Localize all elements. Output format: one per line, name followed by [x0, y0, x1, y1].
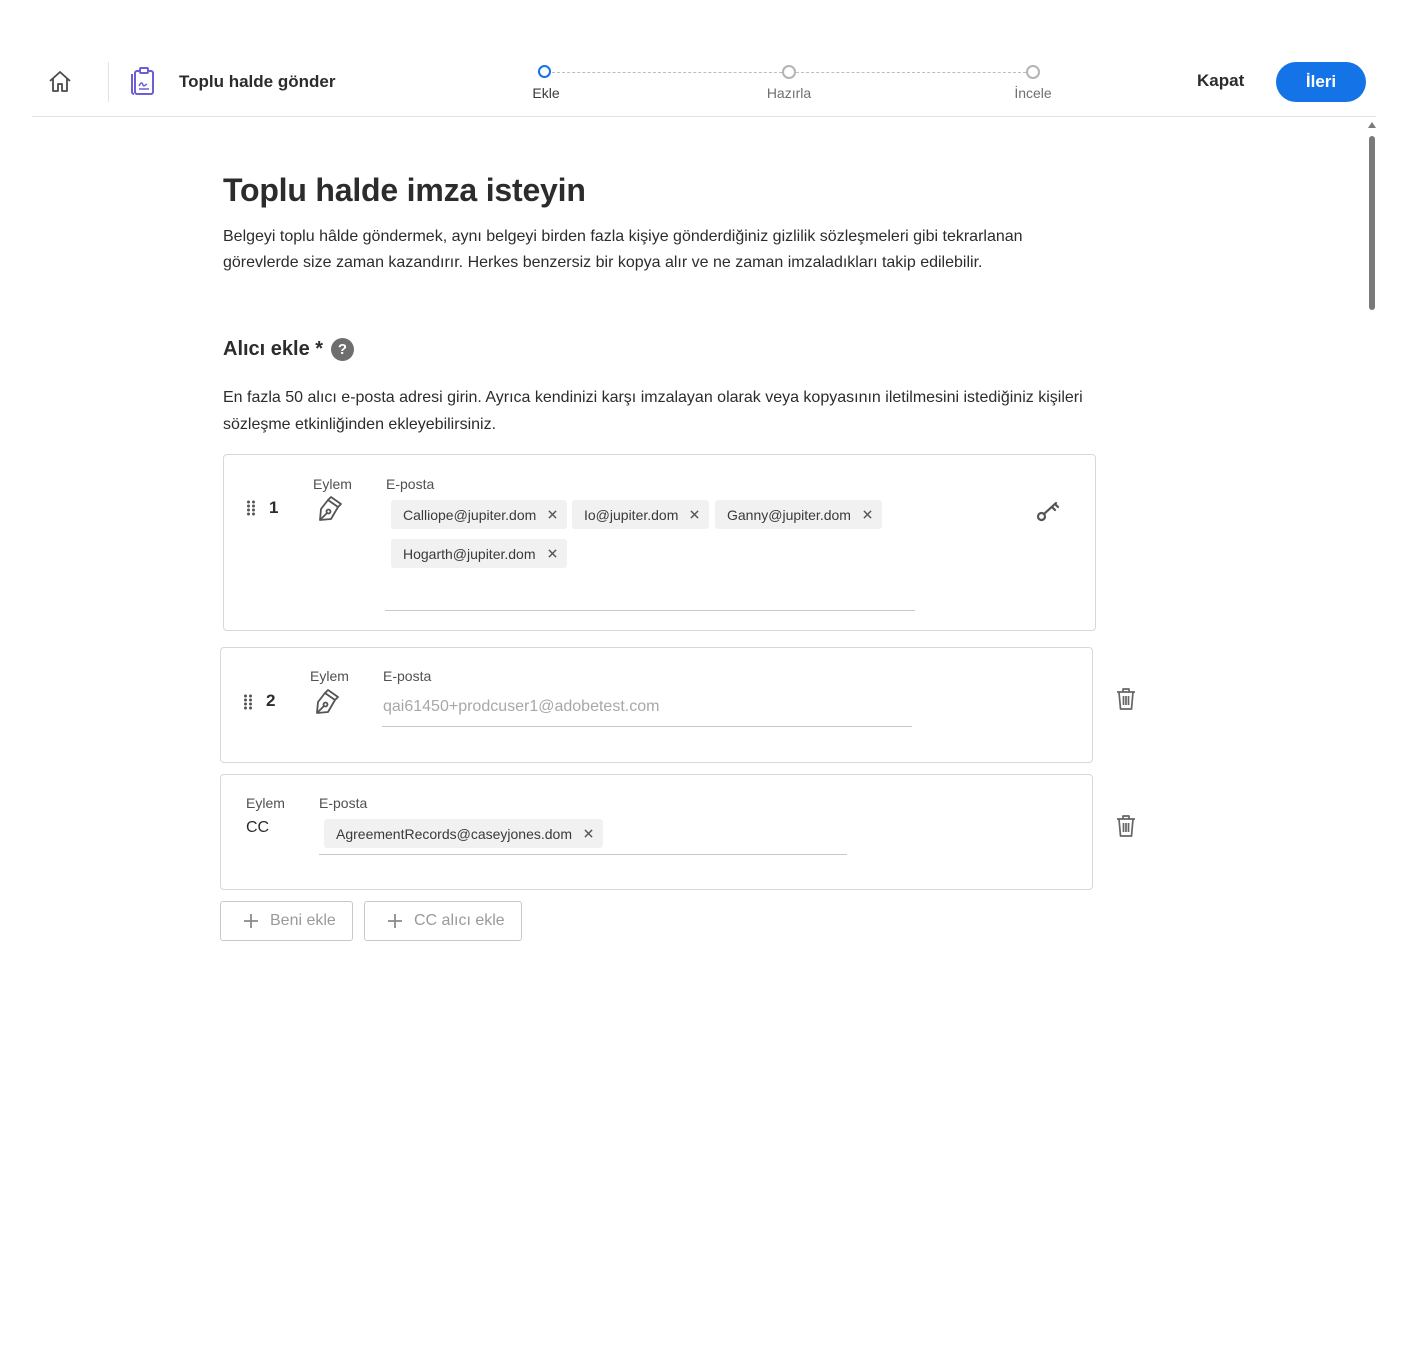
step-dot-prepare [782, 65, 796, 79]
email-field-underline[interactable] [385, 610, 915, 611]
email-chip-text: AgreementRecords@caseyjones.dom [336, 825, 572, 842]
step-label-prepare[interactable]: Hazırla [767, 85, 811, 101]
recipient-card-2: 2 Eylem E-posta [220, 647, 1093, 763]
recipients-description: En fazla 50 alıcı e-posta adresi girin. … [223, 389, 1083, 433]
key-icon[interactable] [1035, 498, 1061, 524]
email-input[interactable] [383, 696, 911, 718]
recipients-section-title: Alıcı ekle * [223, 338, 324, 360]
signer-pen-icon[interactable] [313, 495, 343, 525]
email-chip-text: Ganny@jupiter.dom [727, 506, 851, 523]
app-title: Toplu halde gönder [179, 72, 336, 91]
step-connector [796, 72, 1026, 73]
add-cc-recipient-label: CC alıcı ekle [414, 912, 505, 929]
email-chip[interactable]: Calliope@jupiter.dom [391, 500, 568, 529]
recipient-order-number[interactable]: 1 [269, 498, 278, 518]
remove-chip-icon[interactable] [584, 829, 593, 838]
scrollbar-thumb[interactable] [1369, 136, 1375, 310]
email-chip[interactable]: Io@jupiter.dom [572, 500, 710, 529]
signer-pen-icon[interactable] [310, 688, 340, 718]
drag-handle-icon[interactable] [243, 694, 253, 710]
step-label-review[interactable]: İncele [1014, 85, 1051, 101]
step-dot-add [538, 65, 551, 78]
home-icon[interactable] [46, 68, 74, 96]
scroll-up-arrow-icon[interactable] [1368, 122, 1376, 128]
add-me-button[interactable]: Beni ekle [220, 901, 353, 941]
email-chip[interactable]: Ganny@jupiter.dom [715, 500, 882, 529]
delete-trash-icon[interactable] [1115, 814, 1137, 838]
email-chip[interactable]: AgreementRecords@caseyjones.dom [324, 819, 603, 848]
email-label: E-posta [386, 476, 435, 492]
remove-chip-icon[interactable] [547, 549, 557, 558]
email-chip-text: Io@jupiter.dom [584, 506, 679, 523]
action-label: Eylem [310, 668, 349, 684]
remove-chip-icon[interactable] [548, 510, 557, 519]
delete-trash-icon[interactable] [1115, 687, 1137, 711]
cc-action-value: CC [246, 819, 270, 836]
page-title: Toplu halde imza isteyin [223, 172, 586, 208]
recipient-card-1: 1 Eylem E-posta Calliope@jupiter.dom Io@… [223, 454, 1096, 631]
scrollbar[interactable] [1368, 122, 1376, 632]
remove-chip-icon[interactable] [863, 510, 872, 519]
action-label: Eylem [246, 795, 285, 811]
step-connector [552, 72, 782, 73]
page-description: Belgeyi toplu hâlde göndermek, aynı belg… [223, 228, 1023, 271]
email-chip-text: Calliope@jupiter.dom [403, 506, 537, 523]
bulk-send-document-icon [130, 66, 156, 96]
help-icon[interactable]: ? [331, 338, 354, 361]
cc-recipient-card: Eylem CC E-posta AgreementRecords@caseyj… [220, 774, 1093, 890]
progress-stepper: Ekle Hazırla İncele [500, 64, 1052, 108]
email-label: E-posta [383, 668, 432, 684]
email-label: E-posta [319, 795, 368, 811]
email-field-underline[interactable] [382, 726, 912, 727]
add-cc-recipient-button[interactable]: CC alıcı ekle [364, 901, 522, 941]
email-chip-text: Hogarth@jupiter.dom [403, 545, 536, 562]
next-button[interactable]: İleri [1276, 62, 1366, 102]
close-button[interactable]: Kapat [1197, 71, 1244, 91]
drag-handle-icon[interactable] [246, 500, 256, 516]
plus-icon [388, 914, 402, 928]
email-field-underline[interactable] [319, 854, 847, 855]
remove-chip-icon[interactable] [690, 510, 699, 519]
header-divider [108, 62, 109, 102]
top-bar: Toplu halde gönder Ekle Hazırla İncele K… [32, 40, 1376, 117]
email-chip[interactable]: Hogarth@jupiter.dom [391, 539, 567, 568]
step-dot-review [1026, 65, 1040, 79]
plus-icon [244, 914, 258, 928]
action-label: Eylem [313, 476, 352, 492]
add-me-label: Beni ekle [270, 912, 336, 929]
step-label-add[interactable]: Ekle [532, 85, 559, 101]
recipient-order-number[interactable]: 2 [266, 691, 275, 711]
